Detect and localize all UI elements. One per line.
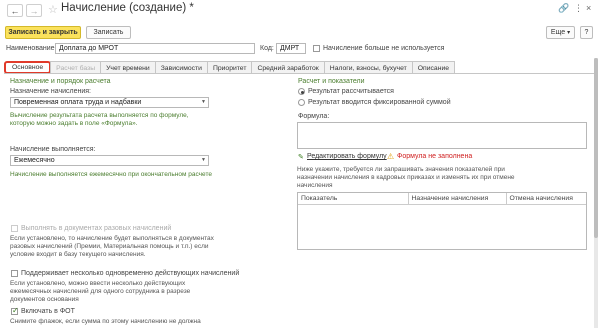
fot-label: Включать в ФОТ <box>21 308 75 315</box>
performed-value: Ежемесячно <box>14 157 55 164</box>
one-time-checkbox[interactable] <box>11 225 18 232</box>
one-time-hint: Если установлено, то начисление будет вы… <box>10 235 214 258</box>
more-menu-icon[interactable]: ⋮ <box>574 3 583 14</box>
pencil-icon: ✎ <box>298 154 304 161</box>
indicators-hint: Ниже укажите, требуется ли запрашивать з… <box>297 166 515 189</box>
performed-hint: Начисление выполняется ежемесячно при ок… <box>10 171 212 178</box>
performed-label: Начисление выполняется: <box>10 146 96 153</box>
multi-label: Поддерживает несколько одновременно дейс… <box>21 270 240 277</box>
name-input[interactable]: Доплата до МРОТ <box>55 43 255 54</box>
formula-warning-text: Формула не заполнена <box>397 153 473 160</box>
fot-checkbox[interactable] <box>11 306 19 315</box>
back-arrow-icon: ← <box>10 5 20 16</box>
column-header-indicator[interactable]: Показатель <box>298 193 409 205</box>
section-purpose-title: Назначение и порядок расчета <box>10 78 111 85</box>
unused-label: Начисление больше не используется <box>323 45 445 52</box>
warning-icon: ⚠ <box>387 152 395 161</box>
help-button[interactable]: ? <box>580 26 593 39</box>
chevron-down-icon[interactable]: ▼ <box>199 156 208 165</box>
save-and-close-button[interactable]: Записать и закрыть <box>5 26 81 39</box>
column-header-cancel[interactable]: Отмена начисления <box>506 193 586 205</box>
code-label: Код: <box>260 45 274 52</box>
close-icon[interactable]: × <box>586 3 591 13</box>
more-button[interactable]: Еще ▾ <box>546 26 575 39</box>
unused-checkbox[interactable] <box>313 45 320 52</box>
fot-hint: Снимите флажок, если сумма по этому начи… <box>10 318 201 325</box>
one-time-label: Выполнять в документах разовых начислени… <box>21 225 172 232</box>
window-title: Начисление (создание) * <box>61 2 194 14</box>
formula-label: Формула: <box>298 113 330 120</box>
save-button[interactable]: Записать <box>86 26 131 39</box>
formula-textarea[interactable] <box>297 122 587 149</box>
multi-checkbox[interactable] <box>11 270 18 277</box>
chevron-down-icon[interactable]: ▼ <box>199 98 208 107</box>
radio-fixed[interactable] <box>298 99 305 106</box>
forward-button[interactable]: → <box>26 4 42 17</box>
purpose-select[interactable]: Повременная оплата труда и надбавки ▼ <box>10 97 209 108</box>
favorite-star-icon[interactable]: ☆ <box>48 3 58 16</box>
edit-formula-link[interactable]: Редактировать формулу <box>307 153 387 160</box>
indicators-table[interactable]: Показатель Назначение начисления Отмена … <box>297 192 587 250</box>
radio-fixed-label: Результат вводится фиксированной суммой <box>308 99 451 106</box>
scrollbar-thumb[interactable] <box>594 58 598 238</box>
back-button[interactable]: ← <box>7 4 23 17</box>
multi-hint: Если установлено, можно ввести несколько… <box>10 280 191 303</box>
purpose-value: Повременная оплата труда и надбавки <box>14 99 142 106</box>
scrollbar[interactable] <box>594 58 598 328</box>
more-label: Еще <box>550 29 566 36</box>
column-header-assignment[interactable]: Назначение начисления <box>408 193 507 205</box>
radio-calculated-label: Результат рассчитывается <box>308 88 394 95</box>
purpose-label: Назначение начисления: <box>10 88 91 95</box>
performed-select[interactable]: Ежемесячно ▼ <box>10 155 209 166</box>
radio-calculated[interactable] <box>298 88 305 95</box>
code-input[interactable]: ДМРТ <box>276 43 306 54</box>
purpose-hint: Вычисление результата расчета выполняетс… <box>10 112 189 127</box>
chevron-down-icon: ▾ <box>567 30 571 36</box>
section-calc-title: Расчет и показатели <box>298 78 365 85</box>
forward-arrow-icon: → <box>29 5 39 16</box>
link-icon[interactable]: 🔗 <box>558 3 569 14</box>
tab-divider <box>4 73 594 74</box>
name-label: Наименование: <box>6 45 57 52</box>
